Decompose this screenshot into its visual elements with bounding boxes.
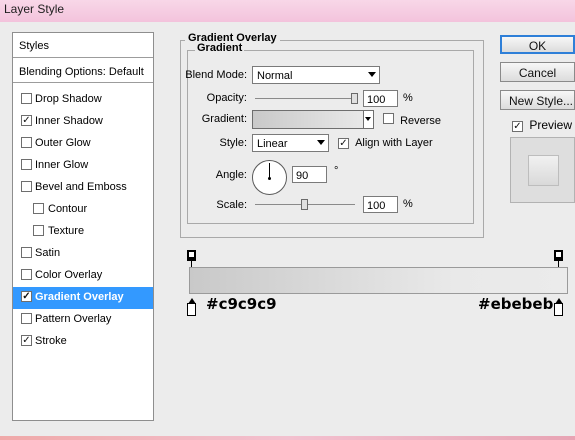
style-item-satin[interactable]: Satin — [13, 243, 153, 265]
style-item-checkbox[interactable] — [21, 269, 32, 280]
blend-mode-value: Normal — [257, 70, 293, 82]
gradient-subgroup-title: Gradient — [195, 42, 245, 54]
chevron-down-icon — [317, 140, 325, 145]
opacity-slider-thumb[interactable] — [351, 93, 358, 104]
chevron-down-icon — [368, 72, 376, 77]
gradient-bar[interactable] — [189, 267, 568, 294]
opacity-stop-right[interactable] — [554, 250, 563, 261]
style-item-label: Inner Shadow — [35, 115, 103, 127]
style-item-checkbox[interactable] — [21, 137, 32, 148]
style-item-inner-shadow[interactable]: ✓ Inner Shadow — [13, 111, 153, 133]
opacity-input[interactable]: 100 — [363, 90, 398, 107]
end-color-hex: #ebebeb — [478, 295, 554, 313]
style-item-outer-glow[interactable]: Outer Glow — [13, 133, 153, 155]
style-preview — [510, 137, 575, 203]
preview-label: Preview — [529, 118, 573, 132]
style-item-label: Outer Glow — [35, 137, 91, 149]
style-item-label: Bevel and Emboss — [35, 181, 127, 193]
ok-button[interactable]: OK — [500, 35, 575, 54]
style-item-pattern-overlay[interactable]: Pattern Overlay — [13, 309, 153, 331]
style-value: Linear — [257, 138, 288, 150]
blending-options-item[interactable]: Blending Options: Default — [13, 58, 153, 83]
layer-style-dialog: Styles Blending Options: Default Drop Sh… — [0, 22, 575, 436]
align-with-layer-checkbox[interactable]: ✓ — [338, 138, 349, 149]
style-item-bevel-and-emboss[interactable]: Bevel and Emboss — [13, 177, 153, 199]
style-item-drop-shadow[interactable]: Drop Shadow — [13, 89, 153, 111]
gradient-label: Gradient: — [201, 113, 247, 125]
style-item-checkbox[interactable] — [21, 181, 32, 192]
style-item-label: Color Overlay — [35, 269, 103, 281]
angle-dial[interactable] — [252, 160, 287, 195]
opacity-slider-track[interactable] — [255, 98, 355, 99]
style-item-label: Texture — [48, 225, 85, 237]
style-item-checkbox[interactable] — [33, 225, 44, 236]
scale-unit: % — [403, 198, 413, 210]
style-item-checkbox[interactable]: ✓ — [21, 291, 32, 302]
angle-input[interactable]: 90 — [292, 166, 327, 183]
opacity-unit: % — [403, 92, 413, 104]
style-item-checkbox[interactable]: ✓ — [21, 115, 32, 126]
styles-panel: Styles Blending Options: Default Drop Sh… — [12, 32, 154, 421]
scale-slider-thumb[interactable] — [301, 199, 308, 210]
angle-dial-center — [268, 177, 271, 180]
blend-mode-select[interactable]: Normal — [252, 66, 380, 84]
align-with-layer-label: Align with Layer — [355, 137, 433, 149]
style-select[interactable]: Linear — [252, 134, 329, 152]
style-item-checkbox[interactable] — [21, 313, 32, 324]
color-stop-left[interactable] — [187, 298, 196, 316]
window-title: Layer Style — [4, 2, 65, 16]
style-label: Style: — [219, 137, 247, 149]
reverse-checkbox-row[interactable]: Reverse — [383, 113, 441, 127]
reverse-checkbox[interactable] — [383, 113, 394, 124]
style-item-checkbox[interactable] — [21, 159, 32, 170]
style-item-contour[interactable]: Contour — [13, 199, 153, 221]
style-item-label: Drop Shadow — [35, 93, 102, 105]
style-item-inner-glow[interactable]: Inner Glow — [13, 155, 153, 177]
style-item-label: Gradient Overlay — [35, 291, 124, 303]
style-item-label: Satin — [35, 247, 61, 259]
cancel-button[interactable]: Cancel — [500, 62, 575, 82]
color-stop-right[interactable] — [554, 298, 563, 316]
opacity-label: Opacity: — [206, 92, 247, 104]
blend-mode-label: Blend Mode: — [185, 69, 247, 81]
style-item-checkbox[interactable]: ✓ — [21, 335, 32, 346]
styles-header[interactable]: Styles — [13, 33, 153, 58]
title-bar: Layer Style — [0, 0, 575, 22]
angle-label: Angle: — [215, 169, 247, 181]
style-preview-swatch — [528, 155, 559, 186]
reverse-label: Reverse — [400, 115, 442, 127]
chevron-down-icon[interactable] — [363, 111, 373, 128]
preview-checkbox[interactable]: ✓ — [512, 121, 523, 132]
style-item-label: Inner Glow — [35, 159, 89, 171]
scale-input[interactable]: 100 — [363, 196, 398, 213]
style-item-texture[interactable]: Texture — [13, 221, 153, 243]
align-with-layer-row[interactable]: ✓ Align with Layer — [338, 137, 433, 149]
style-item-label: Contour — [48, 203, 88, 215]
angle-unit: ° — [334, 165, 339, 177]
scale-label: Scale: — [216, 199, 247, 211]
gradient-picker[interactable] — [252, 110, 374, 129]
style-item-stroke[interactable]: ✓ Stroke — [13, 331, 153, 353]
style-item-checkbox[interactable] — [33, 203, 44, 214]
background-strip — [0, 436, 575, 440]
style-item-label: Pattern Overlay — [35, 313, 112, 325]
preview-checkbox-row[interactable]: ✓ Preview — [512, 118, 572, 132]
new-style-button[interactable]: New Style... — [500, 90, 575, 110]
style-item-gradient-overlay[interactable]: ✓ Gradient Overlay — [13, 287, 153, 309]
opacity-stop-left[interactable] — [187, 250, 196, 261]
style-item-label: Stroke — [35, 335, 67, 347]
style-item-checkbox[interactable] — [21, 93, 32, 104]
start-color-hex: #c9c9c9 — [206, 295, 277, 313]
style-item-checkbox[interactable] — [21, 247, 32, 258]
style-item-color-overlay[interactable]: Color Overlay — [13, 265, 153, 287]
